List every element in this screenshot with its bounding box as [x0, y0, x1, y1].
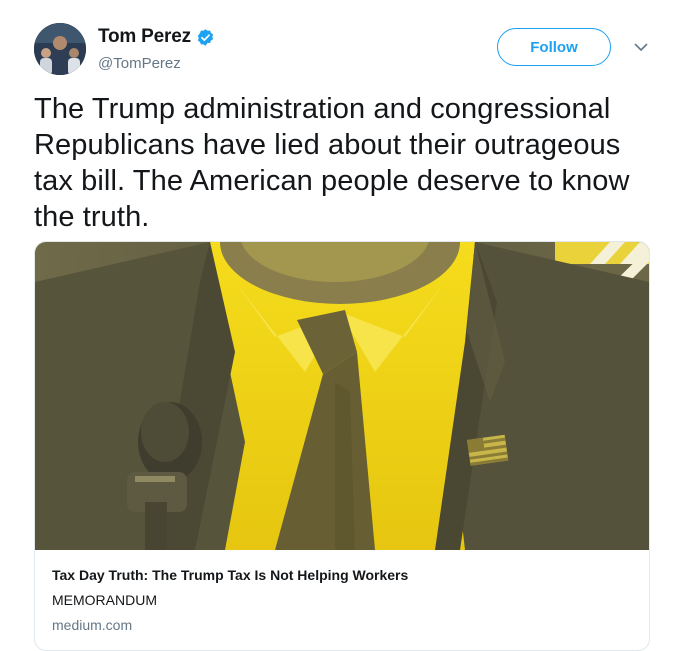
author-name-row: Tom Perez — [98, 26, 215, 48]
card-image[interactable] — [35, 242, 649, 550]
card-description: MEMORANDUM — [52, 592, 157, 608]
verified-badge-icon — [197, 28, 213, 46]
tweet-text: The Trump administration and congression… — [34, 93, 630, 233]
author-name[interactable]: Tom Perez — [98, 26, 191, 48]
card-photo — [35, 242, 649, 550]
link-card[interactable]: Tax Day Truth: The Trump Tax Is Not Help… — [34, 241, 650, 651]
card-title[interactable]: Tax Day Truth: The Trump Tax Is Not Help… — [52, 567, 408, 583]
avatar-photo — [34, 23, 86, 75]
author-handle[interactable]: @TomPerez — [98, 55, 181, 72]
avatar[interactable] — [34, 23, 86, 75]
chevron-down-icon[interactable] — [632, 38, 650, 56]
tweet: Tom Perez @TomPerez Follow The Trump adm… — [0, 0, 687, 651]
card-domain: medium.com — [52, 617, 133, 633]
follow-button[interactable]: Follow — [497, 28, 611, 66]
